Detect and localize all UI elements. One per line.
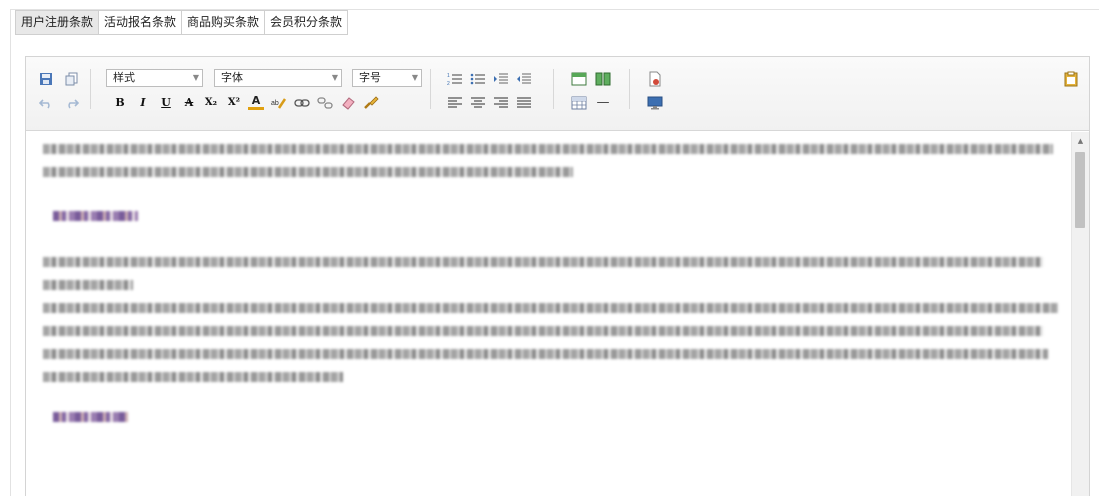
svg-text:1: 1 [447, 73, 450, 79]
horizontal-rule-button[interactable]: — [595, 95, 611, 111]
align-center-icon[interactable] [470, 95, 486, 111]
terms-tabs: 用户注册条款 活动报名条款 商品购买条款 会员积分条款 [15, 10, 349, 35]
undo-icon[interactable] [38, 95, 54, 111]
chevron-down-icon: ▼ [411, 73, 418, 82]
eraser-icon[interactable] [340, 95, 356, 111]
subscript-button[interactable]: X₂ [203, 95, 219, 111]
blurred-text-line [43, 280, 133, 290]
editor-toolbar: 样式 ▼ 字体 ▼ 字号 ▼ B I U A X₂ X² A ab 1 2 — [26, 57, 1089, 131]
superscript-button[interactable]: X² [226, 95, 242, 111]
toolbar-separator [90, 69, 91, 109]
font-size-select[interactable]: 字号 ▼ [352, 69, 422, 87]
blurred-text-line [43, 349, 1048, 359]
strikethrough-button[interactable]: A [181, 95, 197, 111]
toolbar-separator [553, 69, 554, 109]
scroll-up-icon[interactable]: ▲ [1072, 136, 1089, 146]
blurred-text-line [43, 326, 1043, 336]
rich-text-editor: 样式 ▼ 字体 ▼ 字号 ▼ B I U A X₂ X² A ab 1 2 — … [25, 56, 1090, 496]
table-icon[interactable] [571, 95, 587, 111]
page: 用户注册条款 活动报名条款 商品购买条款 会员积分条款 样式 ▼ 字体 ▼ 字号… [0, 0, 1100, 496]
underline-button[interactable]: U [158, 95, 174, 111]
align-left-icon[interactable] [447, 95, 463, 111]
align-right-icon[interactable] [493, 95, 509, 111]
blurred-text-line [43, 144, 1053, 154]
font-family-select[interactable]: 字体 ▼ [214, 69, 342, 87]
blurred-section-heading [53, 412, 128, 422]
blurred-section-heading [53, 211, 138, 221]
clear-document-icon[interactable] [647, 71, 663, 87]
blurred-text-line [43, 372, 343, 382]
toolbar-separator [629, 69, 630, 109]
preview-icon[interactable] [647, 95, 663, 111]
tab-event-signup[interactable]: 活动报名条款 [99, 10, 183, 35]
tab-product-purchase[interactable]: 商品购买条款 [182, 10, 266, 35]
blurred-paragraph [43, 144, 1061, 177]
highlight-icon[interactable]: ab [271, 95, 287, 111]
bold-button[interactable]: B [112, 95, 128, 111]
tab-user-registration[interactable]: 用户注册条款 [15, 10, 100, 35]
blurred-text-line [43, 303, 1058, 313]
save-icon[interactable] [38, 71, 54, 87]
chevron-down-icon: ▼ [192, 73, 199, 82]
font-color-button[interactable]: A [248, 94, 264, 110]
layout-icon[interactable] [571, 71, 587, 87]
blurred-text-line [43, 167, 573, 177]
link-icon[interactable] [294, 95, 310, 111]
ordered-list-icon[interactable]: 12 [447, 71, 463, 87]
scrollbar-thumb[interactable] [1075, 152, 1085, 228]
redo-icon[interactable] [64, 95, 80, 111]
style-select-value: 样式 [113, 71, 135, 84]
toolbar-separator [430, 69, 431, 109]
editor-scrollbar[interactable]: ▲ [1071, 132, 1089, 496]
svg-text:ab: ab [271, 100, 279, 107]
font-size-select-value: 字号 [359, 71, 381, 84]
outdent-icon[interactable] [516, 71, 532, 87]
italic-button[interactable]: I [135, 95, 151, 111]
align-justify-icon[interactable] [516, 95, 532, 111]
paste-icon[interactable] [1063, 71, 1079, 87]
blurred-paragraph [43, 257, 1061, 382]
font-family-select-value: 字体 [221, 71, 243, 84]
blurred-text-line [43, 257, 1043, 267]
svg-text:2: 2 [447, 81, 450, 86]
format-brush-icon[interactable] [363, 95, 379, 111]
indent-icon[interactable] [493, 71, 509, 87]
editor-content[interactable] [26, 132, 1073, 496]
unlink-icon[interactable] [317, 95, 333, 111]
tab-member-points[interactable]: 会员积分条款 [265, 10, 349, 35]
columns-icon[interactable] [595, 71, 611, 87]
chevron-down-icon: ▼ [331, 73, 338, 82]
copy-icon[interactable] [64, 71, 80, 87]
style-select[interactable]: 样式 ▼ [106, 69, 203, 87]
bullet-list-icon[interactable] [470, 71, 486, 87]
